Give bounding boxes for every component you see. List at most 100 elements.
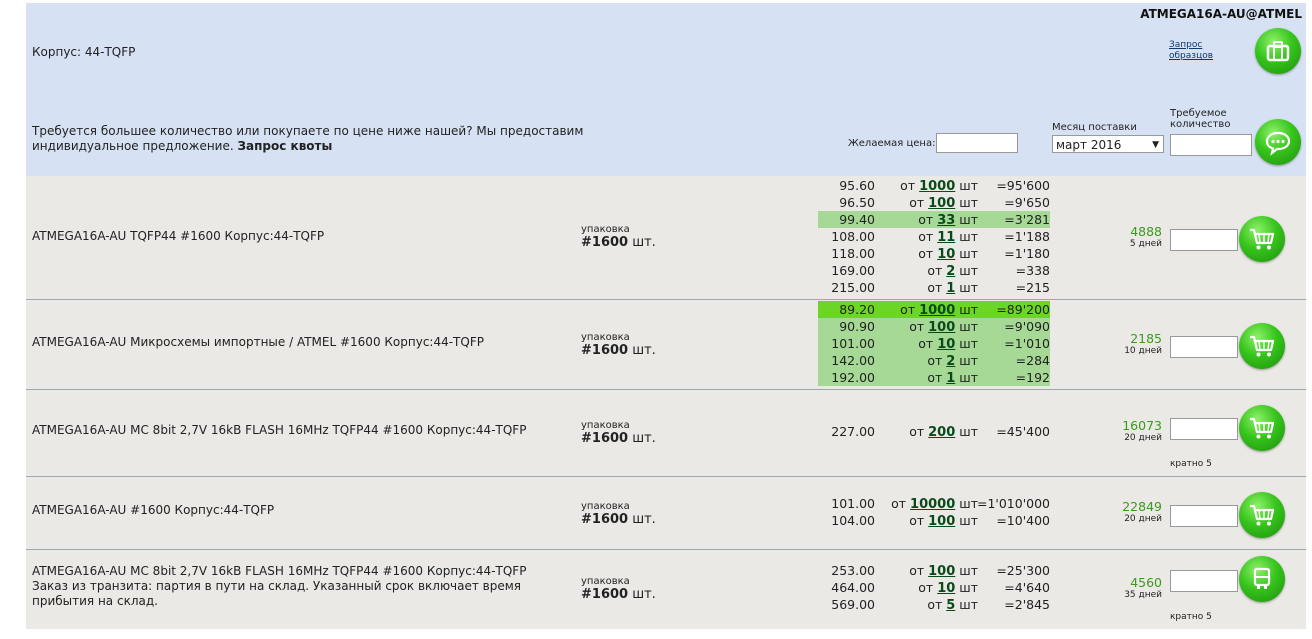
offer-row: ATMEGA16A-AU MC 8bit 2,7V 16kB FLASH 16M…	[26, 390, 1306, 477]
offer-package: упаковка #1600 шт.	[581, 332, 656, 358]
pack-value: #1600 шт.	[581, 431, 656, 446]
offer-row: ATMEGA16A-AU MC 8bit 2,7V 16kB FLASH 16M…	[26, 550, 1306, 629]
offer-package: упаковка #1600 шт.	[581, 576, 656, 602]
order-multiple-note: кратно 5	[1170, 459, 1212, 469]
shopping-cart-icon	[1250, 417, 1275, 439]
delivery-days: 10 дней	[1124, 346, 1162, 356]
desired-price-input[interactable]	[936, 133, 1018, 153]
qty-link[interactable]: 1000	[919, 303, 955, 318]
qty-link[interactable]: 5	[946, 598, 955, 613]
offer-description: ATMEGA16A-AU MC 8bit 2,7V 16kB FLASH 16M…	[32, 423, 527, 437]
qty-link[interactable]: 1	[946, 281, 955, 296]
offer-package: упаковка #1600 шт.	[581, 224, 656, 250]
price-break-row: 253.00 от 100 шт =25'300	[831, 563, 1050, 579]
offer-description: ATMEGA16A-AU #1600 Корпус:44-TQFP	[32, 503, 275, 517]
qty-link[interactable]: 100	[928, 564, 955, 579]
qty-link[interactable]: 100	[928, 196, 955, 211]
shopping-cart-icon	[1250, 228, 1275, 250]
price-breaks: 101.00 от 10000 шт =1'010'000 104.00 от 100…	[818, 495, 1050, 529]
pack-label: упаковка	[581, 332, 630, 343]
stock-count: 22849	[1122, 499, 1162, 514]
price-break-row: 569.00 от 5 шт =2'845	[831, 597, 1050, 613]
offer-description-block: ATMEGA16A-AU MC 8bit 2,7V 16kB FLASH 16M…	[32, 564, 577, 609]
stock-info: 4560 35 дней	[1096, 576, 1162, 601]
shopping-cart-icon	[1250, 504, 1275, 526]
offer-package: упаковка #1600 шт.	[581, 420, 656, 446]
offer-row: ATMEGA16A-AU #1600 Корпус:44-TQFP упаков…	[26, 477, 1306, 550]
pack-label: упаковка	[581, 224, 630, 235]
transit-note: Заказ из транзита: партия в пути на скла…	[32, 579, 522, 608]
stock-count: 16073	[1122, 418, 1162, 433]
price-break-row: 89.20 от 1000 шт =89'200	[818, 301, 1050, 318]
samples-link-line2: образцов	[1169, 51, 1214, 61]
part-title: ATMEGA16A-AU@ATMEL	[1140, 7, 1302, 21]
qty-link[interactable]: 10	[937, 337, 955, 352]
stock-count: 4560	[1130, 575, 1162, 590]
chat-bubble-icon	[1265, 131, 1291, 156]
dropdown-arrow-icon: ▼	[1152, 140, 1159, 150]
quote-header: ATMEGA16A-AU@ATMEL Корпус: 44-TQFP Запро…	[26, 3, 1306, 176]
delivery-month-label: Месяц поставки	[1052, 122, 1137, 133]
desired-price-label: Желаемая цена:	[848, 138, 936, 149]
request-quote-link[interactable]: Запрос квоты	[238, 139, 333, 153]
order-qty-input[interactable]	[1170, 229, 1238, 251]
price-breaks: 95.60 от 1000 шт =95'600 96.50 от 100 шт =9'…	[818, 177, 1050, 296]
order-qty-input[interactable]	[1170, 336, 1238, 358]
stock-info: 16073 20 дней	[1096, 419, 1162, 444]
delivery-month-select[interactable]: март 2016 ▼	[1052, 135, 1164, 153]
qty-link[interactable]: 10000	[910, 497, 955, 512]
delivery-days: 20 дней	[1124, 433, 1162, 443]
request-quote-button[interactable]	[1255, 119, 1301, 165]
shopping-cart-icon	[1250, 335, 1275, 357]
price-break-row: 464.00 от 10 шт =4'640	[831, 580, 1050, 596]
price-break-row: 90.90 от 100 шт =9'090	[818, 318, 1050, 335]
qty-link[interactable]: 10	[937, 581, 955, 596]
stock-info: 4888 5 дней	[1096, 225, 1162, 250]
required-qty-input[interactable]	[1170, 134, 1252, 156]
suitcase-icon	[1266, 41, 1290, 62]
delivery-days: 5 дней	[1129, 239, 1162, 249]
request-samples-link[interactable]: Запрос образцов	[1169, 40, 1213, 62]
qty-link[interactable]: 2	[946, 354, 955, 369]
order-qty-input[interactable]	[1170, 418, 1238, 440]
add-to-cart-button[interactable]	[1239, 492, 1285, 538]
qty-link[interactable]: 100	[928, 514, 955, 529]
order-multiple-note: кратно 5	[1170, 612, 1212, 622]
offer-row: ATMEGA16A-AU Микросхемы импортные / ATME…	[26, 300, 1306, 390]
price-breaks: 253.00 от 100 шт =25'300 464.00 от 10 шт =4'…	[818, 562, 1050, 613]
price-break-row: 96.50 от 100 шт =9'650	[839, 195, 1050, 211]
price-break-row: 104.00 от 100 шт =10'400	[831, 513, 1050, 529]
qty-link[interactable]: 2	[946, 264, 955, 279]
price-break-row: 192.00 от 1 шт =192	[818, 369, 1050, 386]
qty-link[interactable]: 1000	[919, 179, 955, 194]
pack-value: #1600 шт.	[581, 343, 656, 358]
price-break-row: 169.00 от 2 шт =338	[831, 263, 1050, 279]
qty-link[interactable]: 1	[946, 371, 955, 386]
add-to-cart-transit-button[interactable]	[1239, 556, 1285, 602]
qty-link[interactable]: 10	[937, 247, 955, 262]
qty-link[interactable]: 100	[928, 320, 955, 335]
qty-link[interactable]: 11	[937, 230, 955, 245]
price-breaks: 89.20 от 1000 шт =89'200 90.90 от 100 шт =9'…	[818, 301, 1050, 386]
pack-label: упаковка	[581, 501, 630, 512]
samples-link-line1: Запрос	[1169, 40, 1203, 50]
add-to-cart-button[interactable]	[1239, 405, 1285, 451]
order-qty-input[interactable]	[1170, 505, 1238, 527]
price-break-row: 215.00 от 1 шт =215	[831, 280, 1050, 296]
pack-value: #1600 шт.	[581, 587, 656, 602]
add-to-cart-button[interactable]	[1239, 323, 1285, 369]
request-samples-button[interactable]	[1255, 28, 1301, 74]
add-to-cart-button[interactable]	[1239, 216, 1285, 262]
offer-row: ATMEGA16A-AU TQFP44 #1600 Корпус:44-TQFP…	[26, 176, 1306, 300]
pack-label: упаковка	[581, 576, 630, 587]
truck-icon	[1253, 567, 1271, 589]
qty-link[interactable]: 33	[937, 213, 955, 228]
price-break-row: 108.00 от 11 шт =1'188	[831, 229, 1050, 245]
order-qty-input[interactable]	[1170, 570, 1238, 592]
required-qty-label: Требуемое количество	[1170, 108, 1231, 130]
price-breaks: 227.00 от 200 шт =45'400	[818, 423, 1050, 440]
offer-description: ATMEGA16A-AU MC 8bit 2,7V 16kB FLASH 16M…	[32, 564, 527, 578]
pack-value: #1600 шт.	[581, 512, 656, 527]
price-break-row: 227.00 от 200 шт =45'400	[831, 424, 1050, 440]
qty-link[interactable]: 200	[928, 425, 955, 440]
